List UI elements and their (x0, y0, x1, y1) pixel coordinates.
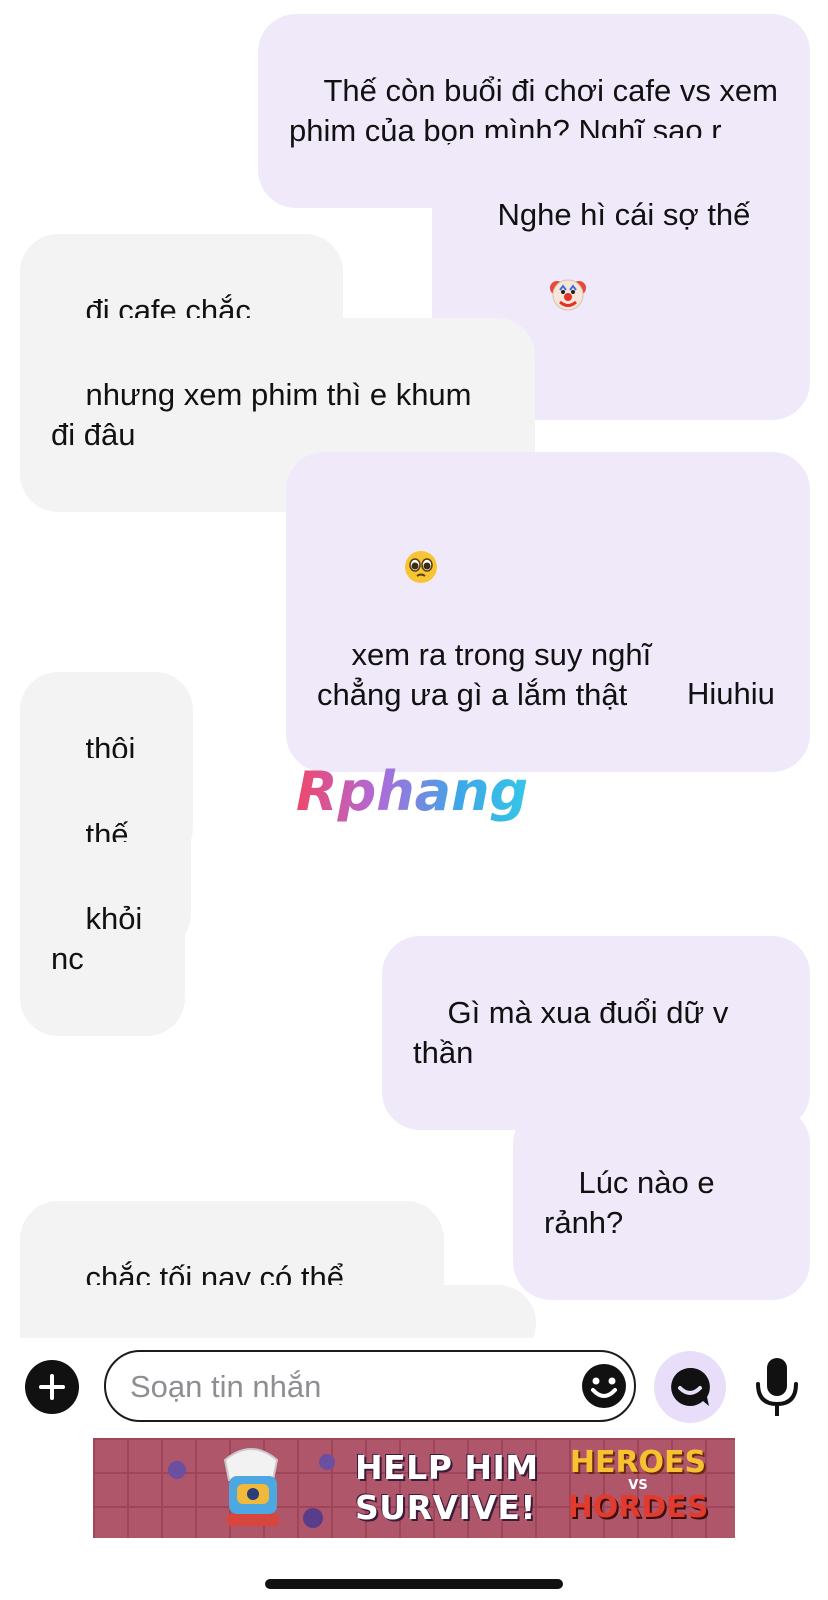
home-indicator[interactable] (265, 1579, 563, 1589)
ad-banner[interactable]: HELP HIM SURVIVE! HEROES VS HORDES (93, 1438, 735, 1538)
message-input-placeholder: Soạn tin nhắn (130, 1369, 322, 1404)
pleading-face-emoji-icon (351, 509, 439, 635)
watermark-text: Rphang (296, 762, 528, 823)
message-input[interactable]: Soạn tin nhắn (104, 1350, 636, 1422)
message-bubble-outgoing[interactable]: Hiuhiu (656, 577, 810, 771)
message-bubble-incoming-partial[interactable] (20, 1285, 536, 1338)
message-text: khỏi nc (51, 901, 151, 976)
message-text: Lúc nào e rảnh? (544, 1165, 724, 1240)
ad-logo-hordes: HORDES (567, 1490, 709, 1525)
watermark-logo: Rphang (292, 760, 542, 829)
message-text: Gì mà xua đuổi dữ v thần (413, 995, 738, 1070)
message-bubble-outgoing[interactable]: Lúc nào e rảnh? (513, 1106, 810, 1300)
smile-icon[interactable] (580, 1362, 628, 1410)
message-composer: Soạn tin nhắn (0, 1338, 828, 1438)
plus-icon[interactable] (25, 1360, 79, 1414)
message-thread[interactable]: Thế còn buổi đi chơi cafe vs xem phim củ… (0, 0, 828, 1338)
ad-logo-heroes: HEROES (569, 1445, 707, 1480)
ad-character-art (163, 1440, 343, 1538)
sticker-icon[interactable] (654, 1351, 726, 1423)
message-text: Nghe hì cái sợ thế (497, 197, 751, 232)
message-text: Thế còn buổi đi chơi cafe vs xem phim củ… (289, 73, 778, 148)
microphone-icon[interactable] (752, 1356, 802, 1420)
message-bubble-incoming[interactable]: khỏi nc (20, 842, 185, 1036)
message-text: Hiuhiu (687, 676, 775, 711)
message-text: nhưng xem phim thì e khum đi đâu (51, 377, 472, 452)
message-bubble-outgoing[interactable] (706, 1020, 810, 1235)
ad-headline: HELP HIM SURVIVE! (355, 1448, 539, 1527)
